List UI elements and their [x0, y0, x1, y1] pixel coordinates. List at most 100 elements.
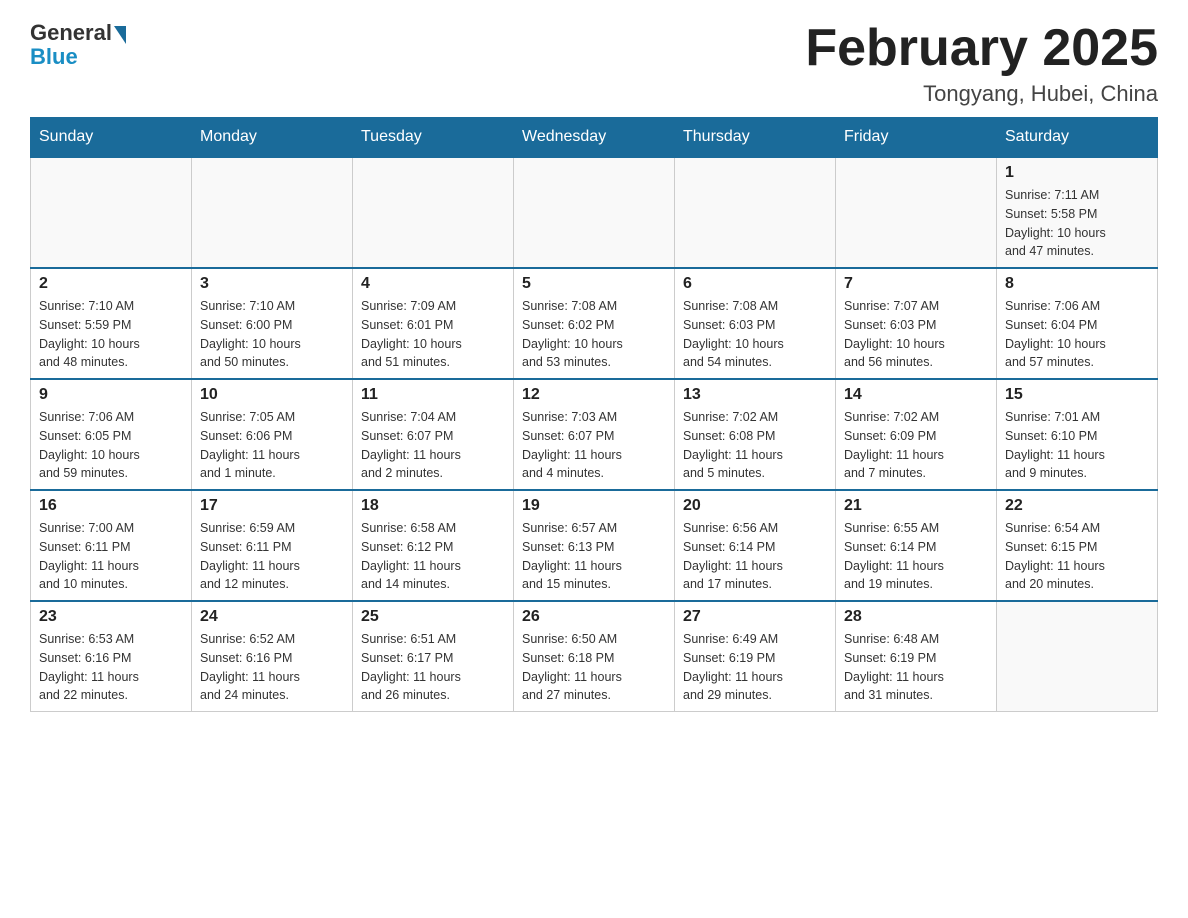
calendar-subtitle: Tongyang, Hubei, China: [805, 81, 1158, 107]
calendar-cell: 28 Sunrise: 6:48 AMSunset: 6:19 PMDayligh…: [836, 601, 997, 712]
calendar-table: SundayMondayTuesdayWednesdayThursdayFrid…: [30, 117, 1158, 712]
weekday-header-friday: Friday: [836, 118, 997, 158]
day-info: Sunrise: 6:51 AMSunset: 6:17 PMDaylight:…: [361, 630, 505, 705]
calendar-week-4: 16 Sunrise: 7:00 AMSunset: 6:11 PMDayligh…: [31, 490, 1158, 601]
weekday-header-sunday: Sunday: [31, 118, 192, 158]
calendar-week-1: 1 Sunrise: 7:11 AMSunset: 5:58 PMDaylight…: [31, 157, 1158, 268]
logo-arrow-icon: [114, 26, 126, 44]
day-info: Sunrise: 6:52 AMSunset: 6:16 PMDaylight:…: [200, 630, 344, 705]
calendar-cell: [353, 157, 514, 268]
day-number: 1: [1005, 164, 1149, 182]
day-number: 5: [522, 275, 666, 293]
calendar-cell: 10 Sunrise: 7:05 AMSunset: 6:06 PMDayligh…: [192, 379, 353, 490]
day-number: 20: [683, 497, 827, 515]
calendar-cell: 18Sunrise: 6:58 AMSunset: 6:12 PMDayligh…: [353, 490, 514, 601]
day-number: 23: [39, 608, 183, 626]
title-section: February 2025 Tongyang, Hubei, China: [805, 20, 1158, 107]
day-info: Sunrise: 7:08 AMSunset: 6:02 PMDaylight:…: [522, 297, 666, 372]
day-number: 9: [39, 386, 183, 404]
calendar-cell: 7 Sunrise: 7:07 AMSunset: 6:03 PMDaylight…: [836, 268, 997, 379]
calendar-cell: 16 Sunrise: 7:00 AMSunset: 6:11 PMDayligh…: [31, 490, 192, 601]
day-number: 13: [683, 386, 827, 404]
day-info: Sunrise: 7:07 AMSunset: 6:03 PMDaylight:…: [844, 297, 988, 372]
day-number: 27: [683, 608, 827, 626]
calendar-cell: 27Sunrise: 6:49 AMSunset: 6:19 PMDayligh…: [675, 601, 836, 712]
day-number: 7: [844, 275, 988, 293]
day-info: Sunrise: 7:02 AMSunset: 6:09 PMDaylight:…: [844, 408, 988, 483]
day-info: Sunrise: 6:58 AMSunset: 6:12 PMDaylight:…: [361, 519, 505, 594]
day-number: 2: [39, 275, 183, 293]
day-number: 14: [844, 386, 988, 404]
day-info: Sunrise: 6:57 AMSunset: 6:13 PMDaylight:…: [522, 519, 666, 594]
day-number: 15: [1005, 386, 1149, 404]
calendar-cell: [514, 157, 675, 268]
day-number: 16: [39, 497, 183, 515]
day-number: 11: [361, 386, 505, 404]
calendar-cell: [836, 157, 997, 268]
day-number: 17: [200, 497, 344, 515]
day-info: Sunrise: 6:54 AMSunset: 6:15 PMDaylight:…: [1005, 519, 1149, 594]
day-info: Sunrise: 7:04 AMSunset: 6:07 PMDaylight:…: [361, 408, 505, 483]
day-number: 25: [361, 608, 505, 626]
day-number: 26: [522, 608, 666, 626]
day-number: 22: [1005, 497, 1149, 515]
calendar-cell: 1 Sunrise: 7:11 AMSunset: 5:58 PMDaylight…: [997, 157, 1158, 268]
day-number: 19: [522, 497, 666, 515]
day-info: Sunrise: 7:00 AMSunset: 6:11 PMDaylight:…: [39, 519, 183, 594]
calendar-cell: 6Sunrise: 7:08 AMSunset: 6:03 PMDaylight…: [675, 268, 836, 379]
calendar-cell: 12 Sunrise: 7:03 AMSunset: 6:07 PMDayligh…: [514, 379, 675, 490]
calendar-cell: 26 Sunrise: 6:50 AMSunset: 6:18 PMDayligh…: [514, 601, 675, 712]
day-info: Sunrise: 7:03 AMSunset: 6:07 PMDaylight:…: [522, 408, 666, 483]
day-number: 8: [1005, 275, 1149, 293]
calendar-title: February 2025: [805, 20, 1158, 77]
calendar-body: 1 Sunrise: 7:11 AMSunset: 5:58 PMDaylight…: [31, 157, 1158, 712]
calendar-header: SundayMondayTuesdayWednesdayThursdayFrid…: [31, 118, 1158, 158]
calendar-cell: [997, 601, 1158, 712]
day-number: 24: [200, 608, 344, 626]
calendar-cell: 4Sunrise: 7:09 AMSunset: 6:01 PMDaylight…: [353, 268, 514, 379]
calendar-week-5: 23 Sunrise: 6:53 AMSunset: 6:16 PMDayligh…: [31, 601, 1158, 712]
day-info: Sunrise: 7:06 AMSunset: 6:05 PMDaylight:…: [39, 408, 183, 483]
day-number: 3: [200, 275, 344, 293]
calendar-cell: 22 Sunrise: 6:54 AMSunset: 6:15 PMDayligh…: [997, 490, 1158, 601]
logo-blue-text: Blue: [30, 44, 78, 70]
day-info: Sunrise: 7:11 AMSunset: 5:58 PMDaylight:…: [1005, 186, 1149, 261]
day-info: Sunrise: 6:56 AMSunset: 6:14 PMDaylight:…: [683, 519, 827, 594]
calendar-cell: 24 Sunrise: 6:52 AMSunset: 6:16 PMDayligh…: [192, 601, 353, 712]
calendar-week-2: 2 Sunrise: 7:10 AMSunset: 5:59 PMDaylight…: [31, 268, 1158, 379]
calendar-cell: 20 Sunrise: 6:56 AMSunset: 6:14 PMDayligh…: [675, 490, 836, 601]
calendar-cell: 17 Sunrise: 6:59 AMSunset: 6:11 PMDayligh…: [192, 490, 353, 601]
day-info: Sunrise: 6:50 AMSunset: 6:18 PMDaylight:…: [522, 630, 666, 705]
day-number: 12: [522, 386, 666, 404]
calendar-cell: 3Sunrise: 7:10 AMSunset: 6:00 PMDaylight…: [192, 268, 353, 379]
day-info: Sunrise: 7:05 AMSunset: 6:06 PMDaylight:…: [200, 408, 344, 483]
day-number: 6: [683, 275, 827, 293]
day-info: Sunrise: 6:48 AMSunset: 6:19 PMDaylight:…: [844, 630, 988, 705]
day-info: Sunrise: 7:09 AMSunset: 6:01 PMDaylight:…: [361, 297, 505, 372]
calendar-cell: 21Sunrise: 6:55 AMSunset: 6:14 PMDayligh…: [836, 490, 997, 601]
day-number: 28: [844, 608, 988, 626]
calendar-cell: 13Sunrise: 7:02 AMSunset: 6:08 PMDayligh…: [675, 379, 836, 490]
calendar-cell: 14 Sunrise: 7:02 AMSunset: 6:09 PMDayligh…: [836, 379, 997, 490]
day-info: Sunrise: 6:53 AMSunset: 6:16 PMDaylight:…: [39, 630, 183, 705]
logo-general-text: General: [30, 20, 112, 46]
calendar-cell: 8 Sunrise: 7:06 AMSunset: 6:04 PMDaylight…: [997, 268, 1158, 379]
logo: General Blue: [30, 20, 126, 70]
calendar-week-3: 9 Sunrise: 7:06 AMSunset: 6:05 PMDaylight…: [31, 379, 1158, 490]
day-number: 10: [200, 386, 344, 404]
calendar-cell: [675, 157, 836, 268]
calendar-cell: 11 Sunrise: 7:04 AMSunset: 6:07 PMDayligh…: [353, 379, 514, 490]
day-number: 21: [844, 497, 988, 515]
calendar-cell: 19 Sunrise: 6:57 AMSunset: 6:13 PMDayligh…: [514, 490, 675, 601]
weekday-header-monday: Monday: [192, 118, 353, 158]
weekday-header-row: SundayMondayTuesdayWednesdayThursdayFrid…: [31, 118, 1158, 158]
day-info: Sunrise: 6:59 AMSunset: 6:11 PMDaylight:…: [200, 519, 344, 594]
calendar-cell: 23 Sunrise: 6:53 AMSunset: 6:16 PMDayligh…: [31, 601, 192, 712]
day-info: Sunrise: 7:06 AMSunset: 6:04 PMDaylight:…: [1005, 297, 1149, 372]
calendar-cell: 5 Sunrise: 7:08 AMSunset: 6:02 PMDaylight…: [514, 268, 675, 379]
weekday-header-saturday: Saturday: [997, 118, 1158, 158]
calendar-cell: 2 Sunrise: 7:10 AMSunset: 5:59 PMDaylight…: [31, 268, 192, 379]
calendar-cell: [192, 157, 353, 268]
day-info: Sunrise: 7:10 AMSunset: 5:59 PMDaylight:…: [39, 297, 183, 372]
calendar-cell: 25 Sunrise: 6:51 AMSunset: 6:17 PMDayligh…: [353, 601, 514, 712]
